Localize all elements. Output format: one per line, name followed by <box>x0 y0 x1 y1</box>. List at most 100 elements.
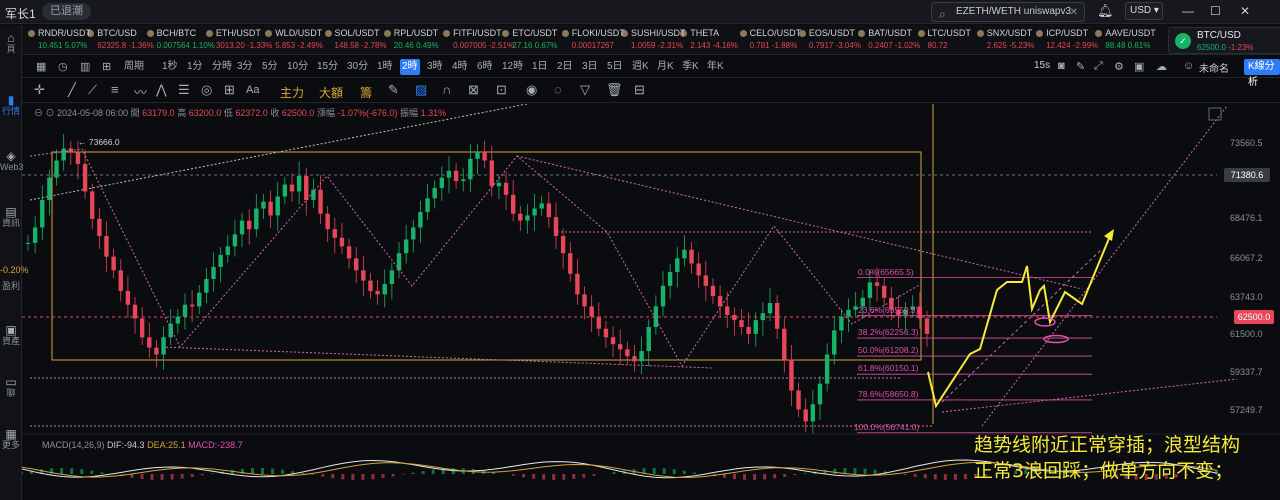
candle-body <box>325 213 330 230</box>
ray-icon[interactable]: ⟋ <box>88 82 97 98</box>
template-icon[interactable]: ▣ <box>1134 60 1144 73</box>
timeframe-20[interactable]: 月K <box>655 59 676 75</box>
nav-item-4[interactable]: -0.20% <box>0 265 29 276</box>
timeframe-8[interactable]: 30分 <box>345 59 370 75</box>
timeframe-11[interactable]: 3時 <box>425 59 445 75</box>
ticker-item[interactable]: SOL/USDT 148.58 -2.78% <box>324 28 387 54</box>
text-icon[interactable]: Aa <box>246 84 259 96</box>
main-force-button[interactable]: 主力 <box>280 84 304 101</box>
nav-item-3[interactable]: ▤ 資訊 <box>0 206 22 229</box>
timeframe-22[interactable]: 年K <box>705 59 726 75</box>
ticker-item[interactable]: LTC/USDT 80.72 <box>917 28 975 54</box>
timeframe-2[interactable]: 1分 <box>185 59 205 75</box>
search-input[interactable]: ⌕ EZETH/WETH uniswapv3 ✕ <box>931 2 1085 22</box>
large-order-button[interactable]: 大額 <box>319 84 343 101</box>
timeframe-13[interactable]: 6時 <box>475 59 495 75</box>
kline-analysis-button[interactable]: K線分析 <box>1244 59 1280 88</box>
ticker-item[interactable]: CELO/USDT 0.781 -1.88% <box>739 28 801 54</box>
layout-icon[interactable]: ▦ <box>36 60 46 73</box>
ticker-item[interactable]: BTC/USD 62325.8 -1.36% <box>87 28 154 54</box>
pattern-icon[interactable]: ⋀ <box>156 82 167 98</box>
timeframe-14[interactable]: 12時 <box>500 59 525 75</box>
timeframe-15[interactable]: 1日 <box>530 59 550 75</box>
maximize-icon[interactable]: ☐ <box>1210 4 1221 18</box>
timeframe-3[interactable]: 分時 <box>210 59 234 75</box>
nav-item-2[interactable]: ◈ Web3 <box>0 150 23 173</box>
timeframe-1[interactable]: 1秒 <box>160 59 180 75</box>
nav-item-8[interactable]: ▦ 更多 <box>0 428 22 451</box>
timeframe-0[interactable]: 周期 <box>122 59 146 75</box>
ticker-item[interactable]: ICP/USDT 12.424 -2.99% <box>1036 28 1098 54</box>
chip-button[interactable]: 籌 <box>360 84 372 101</box>
timeframe-9[interactable]: 1時 <box>375 59 395 75</box>
candle-body <box>846 309 851 317</box>
ruler-icon[interactable]: ⊠ <box>468 82 479 98</box>
ticker-item[interactable]: BAT/USDT 0.2407 -1.02% <box>858 28 920 54</box>
active-ticker[interactable]: ✓ BTC/USD 62500.0 -1.23% <box>1168 27 1280 54</box>
expand-icon[interactable]: ⤢ <box>1094 60 1103 73</box>
close-icon[interactable]: ✕ <box>1240 4 1250 18</box>
ticker-item[interactable]: FLOKI/USDT 0.00017267 <box>561 28 625 54</box>
brush-icon[interactable]: ✎ <box>388 82 399 98</box>
eye-icon[interactable]: ◌ <box>554 82 562 97</box>
timeframe-6[interactable]: 10分 <box>285 59 310 75</box>
currency-select[interactable]: USD ▾ <box>1125 2 1163 20</box>
clear-icon[interactable]: ✕ <box>1070 4 1078 22</box>
ticker-item[interactable]: SUSHI/USDT 1.0059 -2.31% <box>621 28 686 54</box>
ticker-item[interactable]: RPL/USDT 20.46 0.49% <box>383 28 441 54</box>
timeframe-19[interactable]: 週K <box>630 59 651 75</box>
nav-item-5[interactable]: 盈利 <box>0 281 22 292</box>
refresh-interval[interactable]: 15s <box>1034 60 1050 71</box>
candle-type-icon[interactable]: ▥ <box>80 60 90 73</box>
minimize-icon[interactable]: — <box>1182 4 1194 18</box>
timeframe-4[interactable]: 3分 <box>235 59 255 75</box>
settings-icon[interactable]: ⚙ <box>1114 60 1124 73</box>
ticker-item[interactable]: BCH/BTC 0.007564 1.10% <box>146 28 215 54</box>
ticker-item[interactable]: EOS/USDT 0.7917 -3.04% <box>798 28 861 54</box>
collapse-icon[interactable]: ⊖ ⊙ <box>34 108 57 118</box>
cursor-icon[interactable]: ✛ <box>34 82 45 98</box>
ticker-item[interactable]: AAVE/USDT 88.48 0.61% <box>1095 28 1156 54</box>
highlight-icon[interactable]: ▨ <box>415 82 427 98</box>
status-badge[interactable]: 已退潮 <box>42 3 91 20</box>
home-icon: ⌂ <box>7 31 15 45</box>
filter-icon[interactable]: ▽ <box>580 82 590 98</box>
hide-icon[interactable]: ◉ <box>526 82 537 98</box>
nav-item-7[interactable]: ▭ 聊 <box>0 376 22 399</box>
wave-icon[interactable]: 〰 <box>134 82 147 101</box>
nav-item-1[interactable]: ▮ 行情 <box>0 94 22 117</box>
pen-icon[interactable]: ✎ <box>1076 60 1085 73</box>
trash-icon[interactable]: 🗑︎ <box>606 82 623 98</box>
bell-icon[interactable]: 🔔︎ <box>1097 3 1114 19</box>
lock-icon[interactable]: ⊡ <box>496 82 507 98</box>
timeframe-17[interactable]: 3日 <box>580 59 600 75</box>
nav-item-0[interactable]: ⌂ 頁 <box>0 31 22 55</box>
channel-icon[interactable]: ≡ <box>111 82 119 97</box>
magnet-icon[interactable]: ∩ <box>442 82 451 97</box>
pin-icon[interactable]: ⊞ <box>102 60 111 73</box>
trendline-icon[interactable]: ╱ <box>68 82 76 98</box>
ticker-item[interactable]: WLD/USDT 5.853 -2.49% <box>265 28 323 54</box>
timeframe-21[interactable]: 季K <box>680 59 701 75</box>
shape-icon[interactable]: ◎ <box>201 82 212 98</box>
timeframe-5[interactable]: 5分 <box>260 59 280 75</box>
cloud-icon[interactable]: ☁ <box>1156 60 1167 73</box>
camera-icon[interactable]: ◙ <box>1058 60 1065 72</box>
user-icon[interactable]: ☺ <box>1183 60 1194 72</box>
clock-icon[interactable]: ◷ <box>58 60 68 73</box>
timeframe-10[interactable]: 2時 <box>400 59 420 75</box>
ticker-item[interactable]: FITFI/USDT 0.007005 -2.51% <box>443 28 514 54</box>
price-chart[interactable]: ⊖ ⊙ 2024-05-08 06:00 開 63179.0 高 63200.0… <box>22 104 1280 500</box>
ticker-item[interactable]: THETA 2.143 -4.16% <box>680 28 738 54</box>
nav-item-6[interactable]: ▣ 資產 <box>0 324 22 347</box>
timeframe-18[interactable]: 5日 <box>605 59 625 75</box>
fib-icon[interactable]: ☰ <box>178 82 190 98</box>
timeframe-16[interactable]: 2日 <box>555 59 575 75</box>
ticker-item[interactable]: SNX/USDT 2.625 -5.23% <box>976 28 1034 54</box>
measure-icon[interactable]: ⊞ <box>224 82 235 98</box>
timeframe-7[interactable]: 15分 <box>315 59 340 75</box>
layout-name[interactable]: 未命名 <box>1199 60 1229 75</box>
more-icon[interactable]: ⊟ <box>634 82 645 98</box>
ticker-item[interactable]: RNDR/USDT 10.451 5.07% <box>28 28 91 54</box>
timeframe-12[interactable]: 4時 <box>450 59 470 75</box>
